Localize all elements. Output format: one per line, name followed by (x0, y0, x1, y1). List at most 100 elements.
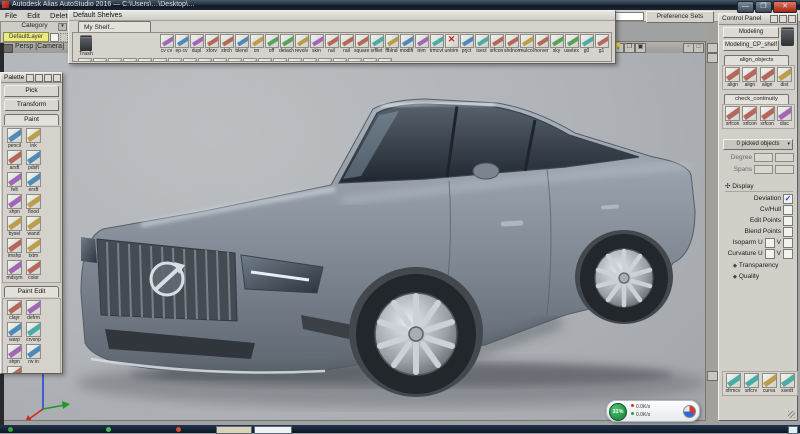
palette-tool-defrm[interactable]: defrm (24, 300, 43, 321)
shelf-window-titlebar[interactable]: Default Shelves (69, 11, 615, 21)
shelf-tool-g1[interactable]: g1 (594, 34, 609, 54)
palette-tool-bysel[interactable]: bysel (5, 216, 24, 237)
taskbar-app-icon[interactable] (106, 427, 111, 432)
3d-canvas[interactable] (1, 53, 705, 420)
browser-icon[interactable] (683, 405, 696, 418)
palette-tool-felt[interactable]: felt (5, 172, 24, 193)
shelf-tool-t4[interactable] (137, 58, 152, 62)
shelf-tool-trmcvt[interactable]: trmcvt (429, 34, 444, 54)
section-quality[interactable]: ◆Quality (733, 273, 797, 280)
shelf-tool-t6[interactable] (167, 58, 182, 62)
palette-button[interactable] (44, 74, 52, 82)
shelf-tool-mulcol[interactable]: mulcol (519, 34, 534, 54)
shelf-tool-t19[interactable] (362, 58, 377, 62)
palette-tool-clayr[interactable]: clayr (5, 300, 24, 321)
taskbar-app-icon[interactable] (176, 427, 181, 432)
shelf-tool-srfcon[interactable]: srfcon (489, 34, 504, 54)
resize-grip[interactable] (788, 411, 795, 418)
palette-tool-wand[interactable]: wand (24, 216, 43, 237)
control-panel-window[interactable]: Control Panel Modeling Modeling_CP_shelf… (718, 13, 798, 421)
shelf-tool-skin[interactable]: skin (309, 34, 324, 54)
shelf-tool-prjct[interactable]: prjct (459, 34, 474, 54)
default-layer-button[interactable]: DefaultLayer (3, 32, 49, 42)
panel-button[interactable] (779, 15, 787, 23)
palette-tool-flood[interactable]: flood (24, 194, 43, 215)
trash-icon[interactable] (781, 27, 794, 46)
spans-u-field[interactable] (754, 165, 773, 174)
tool-palette-window[interactable]: Palette PickTransformPaintpencilinkarsft… (0, 72, 63, 374)
perspective-viewport[interactable]: Persp [Camera] 💡 ❐ ▣ ▫ □ (0, 41, 706, 421)
shelf-tool-t8[interactable] (197, 58, 212, 62)
palette-section-paint-edit[interactable]: Paint Edit (4, 286, 59, 297)
palette-tool-arsft[interactable]: arsft (5, 150, 24, 171)
panel-button[interactable] (770, 15, 778, 23)
shelf-tool-t2[interactable] (107, 58, 122, 62)
menu-edit[interactable]: Edit (22, 10, 45, 20)
cp-tool-srfcon[interactable]: srfcon (759, 106, 776, 127)
shelf-tool-srfllet[interactable]: srfllet (369, 34, 384, 54)
palette-section-transform[interactable]: Transform (4, 99, 59, 111)
shelf-tool-t9[interactable] (212, 58, 227, 62)
close-icon[interactable] (788, 15, 796, 23)
cp-tab-align_objects[interactable]: align_objects (724, 55, 789, 65)
shelf-tool-t15[interactable] (302, 58, 317, 62)
shelf-tool-sky[interactable]: sky (549, 34, 564, 54)
cp-tool-disc[interactable]: disc (776, 106, 793, 127)
checkbox-v[interactable] (783, 249, 793, 259)
default-shelves-window[interactable]: Default Shelves My Shelf... Trash cv cve… (68, 10, 616, 64)
modeling-dropdown[interactable]: Modeling (723, 27, 779, 38)
display-section-header[interactable]: ✣ Display (725, 182, 793, 192)
shelf-tool-t14[interactable] (287, 58, 302, 62)
control-panel-titlebar[interactable]: Control Panel (719, 14, 797, 25)
shelf-tool-isect[interactable]: isect (474, 34, 489, 54)
cp-bottom-tool-xfrmcv[interactable]: xfrmcv (724, 373, 742, 394)
cp-tool-dist[interactable]: dist (776, 67, 793, 88)
cp-bottom-tool-curva[interactable]: curva (760, 373, 778, 394)
shelf-tool-trim[interactable]: trim (414, 34, 429, 54)
layer-options-button[interactable] (60, 33, 68, 42)
palette-tool-ersft[interactable]: ersft (24, 172, 43, 193)
shelf-tool-blend[interactable]: blend (234, 34, 249, 54)
panel-toggle-button[interactable] (707, 53, 718, 63)
checkbox-curvature-u[interactable] (765, 249, 775, 259)
close-icon[interactable] (53, 74, 61, 82)
shelf-tool-ffblnd[interactable]: ffblnd (384, 34, 399, 54)
palette-section-paint[interactable]: Paint (4, 114, 59, 125)
taskbar-start-icon[interactable] (8, 427, 13, 432)
modeling-cp-shelf-dropdown[interactable]: Modeling_CP_shelf (723, 40, 779, 51)
shelf-tool-shdnon[interactable]: shdnon (504, 34, 519, 54)
section-transparency[interactable]: ◆Transparency (733, 262, 797, 269)
shelf-tool-rail[interactable]: rail (339, 34, 354, 54)
shelf-tool-square[interactable]: square (354, 34, 369, 54)
panel-toggle-button[interactable] (707, 371, 718, 381)
checkbox-isoparm-u[interactable] (765, 238, 775, 248)
checkbox-edit-points[interactable] (783, 216, 793, 226)
palette-tool-warp[interactable]: warp (5, 322, 24, 343)
cp-tool-align[interactable]: align (759, 67, 776, 88)
palette-tool-crvsnp[interactable]: crvsnp (24, 322, 43, 343)
chevron-down-icon[interactable]: ▾ (58, 23, 67, 31)
checkbox-cv-hull[interactable] (783, 205, 793, 215)
palette-tool-imshp[interactable]: imshp (5, 238, 24, 259)
maximize-button[interactable]: ❐ (755, 1, 772, 13)
cp-tool-align[interactable]: align (741, 67, 758, 88)
shelf-tool-t1[interactable] (92, 58, 107, 62)
window-icon[interactable]: ❐ (624, 43, 635, 53)
shelf-tool-detach[interactable]: detach (279, 34, 294, 54)
palette-tool-rw-in[interactable]: rw in (24, 344, 43, 365)
checkbox-blend-points[interactable] (783, 227, 793, 237)
shelf-tool-horver[interactable]: horver (534, 34, 549, 54)
shelf-tool-t5[interactable] (152, 58, 167, 62)
shelf-tool-t10[interactable] (227, 58, 242, 62)
palette-tool-shpn[interactable]: shpn (5, 344, 24, 365)
shelf-tool-t20[interactable] (377, 58, 392, 62)
palette-tool-color[interactable]: color (24, 260, 43, 281)
layer-visibility-checkbox[interactable] (50, 33, 59, 42)
palette-titlebar[interactable]: Palette (1, 73, 62, 83)
shelf-tool-rail[interactable]: rail (324, 34, 339, 54)
window-icon[interactable]: ▣ (635, 43, 646, 53)
shelf-tool-t3[interactable] (122, 58, 137, 62)
shelf-tool-cv-cv[interactable]: cv cv (159, 34, 174, 54)
shelf-tool-strch[interactable]: strch (219, 34, 234, 54)
picked-objects-dropdown[interactable]: 0 picked objects (723, 139, 793, 150)
